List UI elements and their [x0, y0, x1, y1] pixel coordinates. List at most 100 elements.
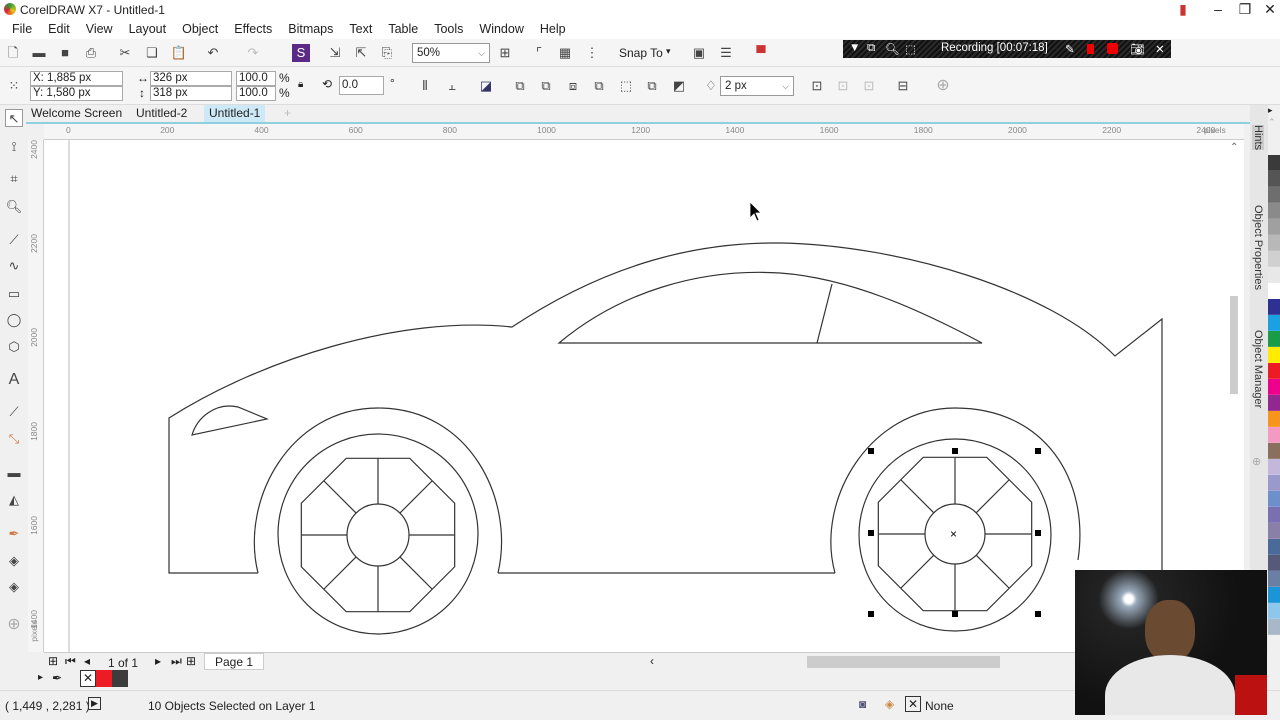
front-minus-back-icon[interactable]: ⬚: [617, 77, 635, 95]
add-tool-icon[interactable]: ⊕: [5, 616, 23, 634]
trim-icon[interactable]: ⧉: [537, 77, 555, 95]
scroll-up-icon[interactable]: ⌃: [1268, 117, 1280, 155]
width-field[interactable]: 326 px: [150, 71, 232, 86]
drop-shadow-icon[interactable]: ▬: [5, 464, 23, 482]
menu-bitmaps[interactable]: Bitmaps: [280, 22, 341, 36]
minimize-button[interactable]: –: [1205, 0, 1231, 19]
window-divider[interactable]: [816, 283, 833, 344]
color-swatch[interactable]: [1268, 155, 1280, 171]
menu-table[interactable]: Table: [380, 22, 426, 36]
freehand-tool-icon[interactable]: ⟋: [5, 231, 23, 249]
zoom-level-combo[interactable]: 50% ⌵: [412, 43, 490, 63]
color-swatch[interactable]: [1268, 459, 1280, 475]
menu-window[interactable]: Window: [471, 22, 531, 36]
corel-connect-icon[interactable]: S: [292, 44, 310, 62]
menu-layout[interactable]: Layout: [121, 22, 175, 36]
color-swatch[interactable]: [1268, 555, 1280, 571]
close-icon[interactable]: ✕: [1155, 42, 1165, 56]
horizontal-ruler[interactable]: 0 200 400 600 800 1000 1200 1400 1600 1800 2000 220…: [44, 124, 1244, 140]
color-swatch[interactable]: [1268, 203, 1280, 219]
selection-handle[interactable]: [868, 530, 874, 536]
previous-page-icon[interactable]: ◂: [84, 654, 90, 668]
car-body[interactable]: [168, 242, 1163, 574]
shape-tool-icon[interactable]: ⟟: [5, 138, 23, 156]
color-swatch[interactable]: [1268, 379, 1280, 395]
close-button[interactable]: ✕: [1257, 0, 1280, 19]
combine-icon[interactable]: ◪: [477, 77, 495, 95]
zoom-fit-icon[interactable]: ⊞: [496, 44, 514, 62]
menu-help[interactable]: Help: [532, 22, 574, 36]
color-swatch[interactable]: [1268, 235, 1280, 251]
parallel-dimension-icon[interactable]: ⟋: [5, 403, 23, 421]
palette-expand-icon[interactable]: ▸: [38, 672, 43, 683]
scroll-left-icon[interactable]: ‹: [650, 654, 654, 668]
docker-tab-object-manager[interactable]: Object Manager: [1252, 330, 1264, 408]
menu-object[interactable]: Object: [174, 22, 226, 36]
tab-untitled-2[interactable]: Untitled-2: [131, 105, 192, 122]
color-swatch[interactable]: [1268, 251, 1280, 267]
guidelines-icon[interactable]: ⋮: [583, 44, 601, 62]
menu-effects[interactable]: Effects: [226, 22, 280, 36]
simplify-icon[interactable]: ⧉: [590, 77, 608, 95]
last-page-icon[interactable]: ⏭: [171, 654, 182, 669]
color-swatch[interactable]: [1268, 267, 1280, 283]
y-position-field[interactable]: Y: 1,580 px: [30, 86, 123, 101]
polygon-tool-icon[interactable]: ⬡: [5, 338, 23, 356]
publish-pdf-icon[interactable]: ⎘: [378, 44, 396, 62]
ellipse-tool-icon[interactable]: ◯: [5, 311, 23, 329]
color-swatch[interactable]: [1268, 507, 1280, 523]
height-field[interactable]: 318 px: [150, 86, 232, 101]
drawing-canvas[interactable]: × ⌃: [44, 140, 1244, 652]
rotation-field[interactable]: 0.0: [339, 76, 384, 95]
redo-icon[interactable]: ↷: [244, 44, 262, 62]
region-icon[interactable]: ⬚: [905, 42, 916, 56]
lock-ratio-icon[interactable]: 🔒︎: [298, 79, 303, 90]
back-minus-front-icon[interactable]: ⧉: [643, 77, 661, 95]
mirror-vertical-icon[interactable]: ⫠: [443, 77, 461, 95]
page-tab-page-1[interactable]: Page 1: [204, 653, 265, 670]
scale-y-field[interactable]: 100.0: [236, 86, 276, 101]
color-swatch[interactable]: [1268, 411, 1280, 427]
create-boundary-icon[interactable]: ◩: [670, 77, 688, 95]
scale-x-field[interactable]: 100.0: [236, 71, 276, 86]
color-swatch[interactable]: [1268, 315, 1280, 331]
window-icon[interactable]: ⧉: [867, 42, 875, 55]
interactive-fill-icon[interactable]: ◈: [5, 552, 23, 570]
next-page-icon[interactable]: ▸: [155, 654, 161, 668]
pause-icon[interactable]: [1087, 44, 1094, 54]
color-swatch[interactable]: [1268, 219, 1280, 235]
align-distribute-icon[interactable]: ⊟: [894, 77, 912, 95]
undo-icon[interactable]: ↶: [204, 44, 222, 62]
tab-untitled-1[interactable]: Untitled-1: [204, 105, 266, 122]
options-icon[interactable]: ☰: [717, 44, 735, 62]
import-icon[interactable]: ⇲: [326, 44, 344, 62]
vertical-scrollbar-thumb[interactable]: [1230, 296, 1238, 394]
first-page-icon[interactable]: ⏮: [65, 654, 76, 669]
selection-handle[interactable]: [1035, 611, 1041, 617]
scroll-up-icon[interactable]: ⌃: [1230, 142, 1238, 153]
play-icon[interactable]: ▶: [88, 697, 101, 710]
grid-icon[interactable]: ▦: [556, 44, 574, 62]
transparency-icon[interactable]: ◭: [5, 491, 23, 509]
zoom-tool-icon[interactable]: 🔍︎: [5, 198, 23, 216]
color-swatch[interactable]: [1268, 363, 1280, 379]
connector-tool-icon[interactable]: ⤡: [5, 430, 23, 448]
document-color-swatch[interactable]: [96, 670, 112, 687]
eyedropper-icon[interactable]: ✒: [52, 671, 62, 685]
copy-icon[interactable]: ❏: [143, 44, 161, 62]
rulers-icon[interactable]: ⌜: [530, 44, 548, 62]
application-launcher-icon[interactable]: ▀: [752, 44, 770, 62]
selection-handle[interactable]: [1035, 448, 1041, 454]
pick-tool-icon[interactable]: ↖: [5, 109, 23, 127]
no-fill-swatch[interactable]: ✕: [905, 696, 921, 712]
rear-rim-spokes[interactable]: [300, 457, 456, 613]
intersect-icon[interactable]: ⧈: [564, 77, 582, 95]
color-swatch[interactable]: [1268, 427, 1280, 443]
color-swatch[interactable]: [1268, 571, 1280, 587]
selection-handle[interactable]: [868, 611, 874, 617]
cut-icon[interactable]: ✂: [116, 44, 134, 62]
reference-point-icon[interactable]: ⁙: [5, 77, 23, 95]
rear-hub[interactable]: [346, 503, 410, 567]
color-swatch[interactable]: [1268, 619, 1280, 635]
document-color-swatch[interactable]: [112, 670, 128, 687]
